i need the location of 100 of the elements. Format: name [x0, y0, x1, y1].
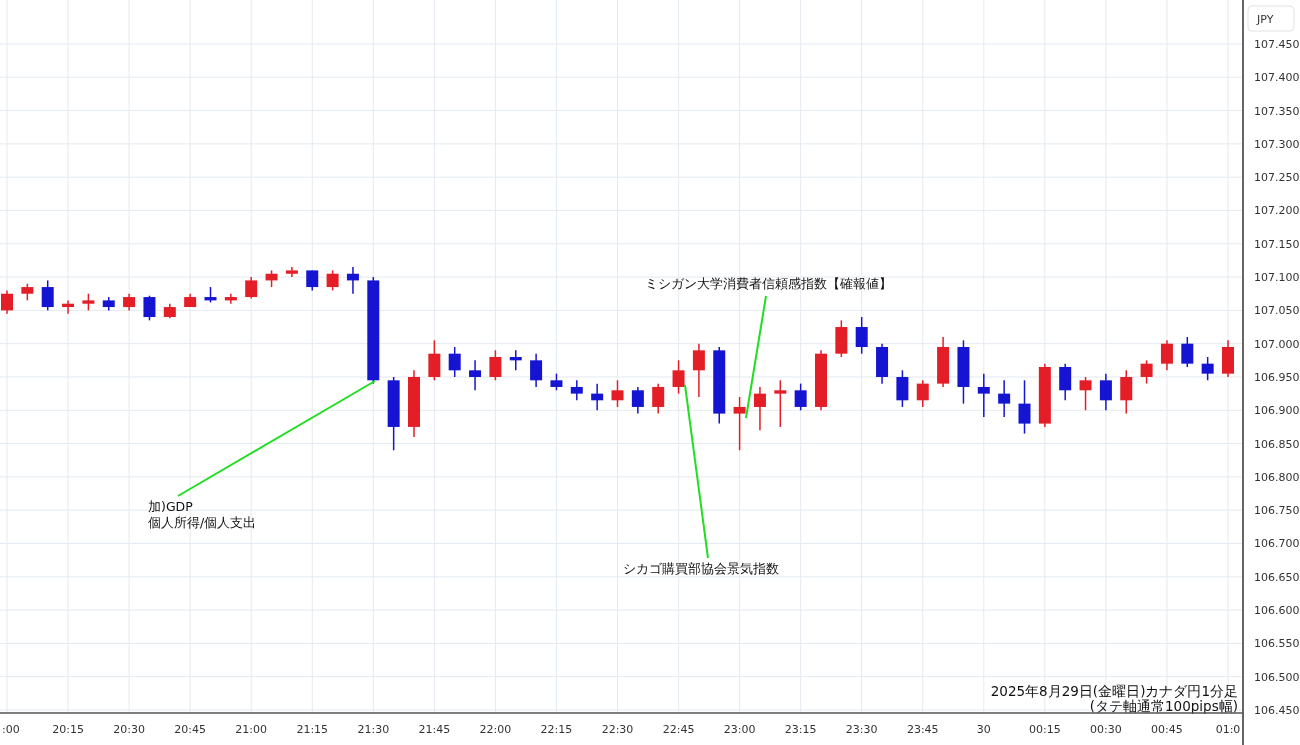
x-axis-label: 22:15: [540, 723, 573, 736]
y-axis-label: 106.950: [1254, 371, 1300, 384]
y-axis-label: 107.050: [1254, 304, 1300, 318]
chart-caption: (タテ軸通常100pips幅): [1089, 698, 1238, 714]
candlestick: [998, 379, 1011, 418]
candlestick: [794, 382, 807, 412]
y-axis-label: 106.450: [1254, 704, 1300, 717]
candlestick: [163, 302, 176, 320]
candlestick: [123, 293, 136, 312]
y-axis-label: 107.100: [1254, 271, 1300, 285]
x-axis-label: 23:30: [845, 723, 878, 736]
candlestick: [611, 379, 624, 408]
candlestick: [62, 299, 75, 315]
candlestick: [1120, 369, 1133, 415]
candlestick: [509, 349, 522, 372]
candlestick: [957, 339, 970, 405]
x-axis-label: 20:30: [113, 723, 145, 736]
candlestick: [448, 346, 461, 378]
candlestick: [82, 293, 95, 312]
candlestick: [428, 339, 441, 382]
candlestick: [21, 283, 34, 302]
candlestick: [1140, 359, 1153, 385]
candlestick: [346, 266, 359, 295]
candlestick: [1099, 372, 1112, 412]
x-axis-label: 20:15: [52, 723, 84, 736]
candlestick: [306, 269, 319, 292]
y-axis-label: 107.000: [1254, 337, 1300, 351]
x-axis-label: 23:45: [906, 723, 939, 736]
candlestick: [184, 293, 197, 308]
x-axis-label: 00:45: [1151, 723, 1183, 736]
x-axis-label: 21:30: [357, 723, 390, 736]
x-axis-label: 00:15: [1029, 723, 1061, 736]
candlestick: [41, 279, 54, 312]
candlestick: [896, 369, 909, 408]
candlestick: [1079, 376, 1092, 412]
candlestick: [245, 276, 258, 300]
y-axis-label: 106.800: [1254, 470, 1300, 484]
candlestick: [733, 396, 746, 451]
y-axis-label: 107.350: [1254, 104, 1300, 118]
candlestick: [753, 386, 766, 431]
candlestick: [692, 342, 705, 398]
x-axis-label: :00: [2, 723, 20, 736]
y-axis-label: 107.200: [1254, 204, 1300, 218]
currency-badge: JPY: [1247, 5, 1295, 32]
x-axis-label: 20:45: [174, 723, 206, 736]
x-axis-label: 22:00: [479, 723, 512, 736]
candlestick: [1018, 379, 1031, 435]
candlestick: [1201, 356, 1214, 382]
y-axis-label: 106.500: [1254, 670, 1300, 684]
candlestick: [937, 336, 950, 388]
candlestick: [285, 266, 298, 278]
candlestick: [774, 379, 787, 428]
y-axis-label: 106.650: [1254, 570, 1300, 584]
candlestick: [1059, 362, 1072, 402]
x-axis-label: 01:0: [1215, 723, 1241, 736]
candlestick: [204, 286, 217, 304]
candlestick: [489, 349, 502, 382]
candlestick: [224, 293, 237, 305]
y-axis-label: 106.550: [1254, 637, 1300, 651]
candlestick: [550, 372, 563, 392]
y-axis-label: 106.600: [1254, 604, 1300, 618]
candlestick: [102, 296, 115, 312]
y-axis-label: 107.250: [1254, 171, 1300, 185]
candlestick: [1038, 362, 1051, 428]
x-axis-label: 00:30: [1090, 723, 1122, 736]
candlestick: [265, 269, 278, 288]
candlestick: [591, 382, 604, 412]
candlestick: [1, 289, 13, 315]
y-axis-label: 107.400: [1254, 71, 1300, 85]
candlestick: [977, 372, 990, 418]
candlestick: [672, 359, 685, 395]
candlestick: [1181, 336, 1194, 368]
annotation-text: 加)GDP: [148, 499, 193, 514]
y-axis-label: 106.900: [1254, 404, 1300, 418]
candlestick: [143, 294, 156, 322]
y-axis-label: 106.700: [1254, 537, 1300, 551]
candlestick: [835, 319, 848, 358]
candlestick: [916, 379, 929, 408]
y-axis-label: 107.300: [1254, 137, 1300, 151]
candlestick: [326, 269, 339, 292]
candlestick: [652, 382, 665, 415]
candlestick: [1222, 339, 1234, 378]
candlestick: [876, 342, 889, 385]
x-axis-label: 21:15: [296, 723, 329, 736]
y-axis-label: 107.150: [1254, 237, 1300, 251]
candlestick: [1160, 339, 1173, 372]
annotation-text: 個人所得/個人支出: [148, 515, 257, 530]
y-axis-label: 106.850: [1254, 437, 1300, 451]
candlestick: [408, 369, 420, 438]
candlestick: [631, 386, 644, 415]
x-axis-label: 30: [976, 723, 991, 736]
x-axis-label: 23:15: [784, 723, 817, 736]
candlestick: [469, 359, 482, 392]
x-axis-label: 21:00: [235, 723, 268, 736]
x-axis-label: 21:45: [418, 723, 451, 736]
candlestick: [815, 349, 827, 412]
y-axis-label: 106.750: [1254, 504, 1300, 518]
annotation-text: ミシガン大学消費者信頼感指数【確報値】: [645, 276, 892, 291]
candlestick: [570, 379, 583, 402]
candlestick: [855, 316, 868, 355]
